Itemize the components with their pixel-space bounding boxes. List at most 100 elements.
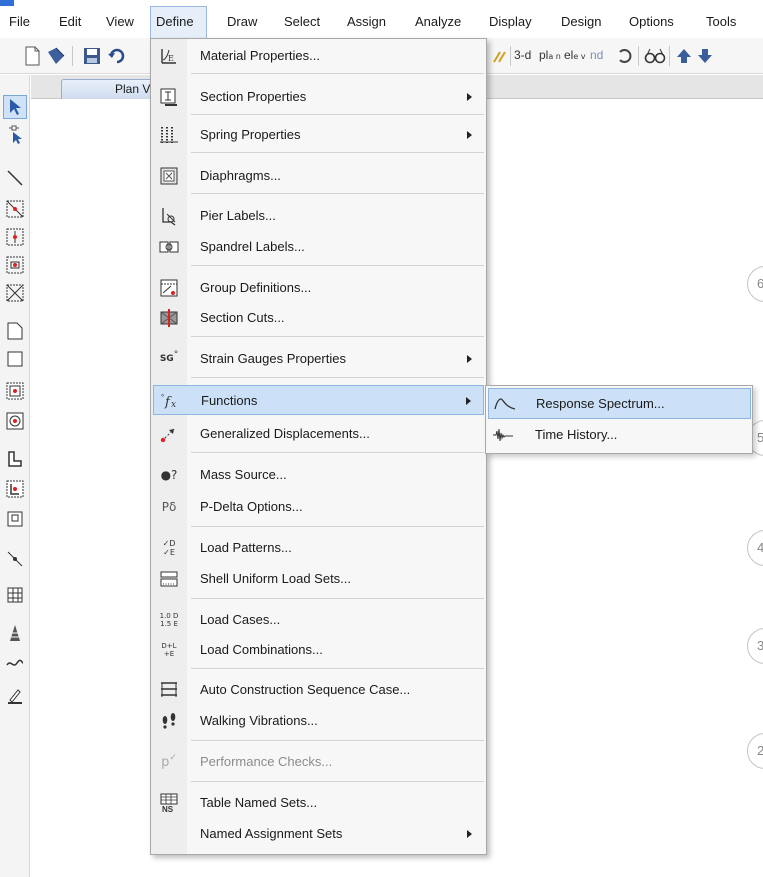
draw-x-brace-icon[interactable] [3,281,27,305]
grid-bubble-label: 3 [757,638,763,653]
draw-grid-icon[interactable] [3,583,27,607]
menu-item-label: Group Definitions... [200,280,312,295]
elevation-view-sub: e v [573,52,586,61]
menu-edit[interactable]: Edit [54,6,86,38]
svg-text:°: ° [161,393,164,402]
menu-options[interactable]: Options [624,6,679,38]
menu-item-named-assignment-sets[interactable]: Named Assignment Sets [153,819,484,849]
draw-pen-icon[interactable] [3,683,27,707]
nd-view-button[interactable]: nd [590,48,603,62]
menu-item-time-history[interactable]: Time History... [488,420,751,451]
menu-tools[interactable]: Tools [701,6,741,38]
draw-column-icon[interactable] [3,225,27,249]
menu-item-generalized-displacements[interactable]: Generalized Displacements... [153,419,484,449]
table-icon: NS [159,793,179,813]
section-icon [159,87,179,107]
view-3d-button[interactable]: 3-d [514,48,531,62]
menu-item-shell-uniform-load-sets[interactable]: Shell Uniform Load Sets... [153,564,484,594]
menu-item-spandrel-labels[interactable]: Spandrel Labels... [153,232,484,262]
menu-item-p-delta-options[interactable]: Pδ P-Delta Options... [153,492,484,522]
menu-item-section-cuts[interactable]: Section Cuts... [153,303,484,333]
reshape-pointer-icon[interactable] [3,123,27,147]
menu-item-load-patterns[interactable]: ✓D ✓E Load Patterns... [153,533,484,563]
draw-beam-icon[interactable] [3,253,27,277]
pier-icon [159,206,179,226]
menu-select[interactable]: Select [279,6,325,38]
table-icon-text: NS [162,805,174,813]
menu-item-label: Section Properties [200,89,307,104]
move-down-icon[interactable] [693,44,717,68]
menu-item-strain-gauges[interactable]: SG ° Strain Gauges Properties [153,344,484,374]
time-history-icon [492,426,516,444]
elevation-view-button[interactable]: ele v [564,48,586,62]
draw-wall-stack-icon[interactable] [3,477,27,501]
menu-item-auto-construction-sequence[interactable]: Auto Construction Sequence Case... [153,675,484,705]
menu-item-response-spectrum[interactable]: Response Spectrum... [488,388,751,419]
menu-item-label: Time History... [535,427,618,442]
load-case-glyph-a: 1.0 D [159,612,179,620]
open-file-icon[interactable] [44,44,68,68]
draw-dimension-icon[interactable] [3,621,27,645]
draw-brace-icon[interactable] [3,197,27,221]
menu-item-label: Shell Uniform Load Sets... [200,571,352,586]
menu-item-label: Spring Properties [200,127,301,142]
menu-file[interactable]: File [4,6,35,38]
submenu-arrow-icon [467,131,472,139]
strain-gauge-icon: SG ° [159,349,179,369]
grid-bubble-label: 4 [757,540,763,555]
menu-analyze[interactable]: Analyze [410,6,466,38]
menu-item-load-combinations[interactable]: D+L +E Load Combinations... [153,635,484,665]
pdelta-icon: Pδ [159,497,179,517]
construction-icon [159,680,179,700]
menu-display[interactable]: Display [484,6,537,38]
diaphragm-icon [159,166,179,186]
menu-item-mass-source[interactable]: ●? Mass Source... [153,460,484,490]
draw-wall-icon[interactable] [3,447,27,471]
rotate-view-icon[interactable] [612,44,636,68]
spring-icon [159,125,179,145]
menu-item-walking-vibrations[interactable]: Walking Vibrations... [153,706,484,736]
footsteps-icon [159,711,179,731]
draw-wall-opening-icon[interactable] [3,507,27,531]
draw-link-icon[interactable] [3,547,27,571]
menu-view[interactable]: View [101,6,139,38]
menu-item-diaphragms[interactable]: Diaphragms... [153,161,484,191]
menu-item-label: Walking Vibrations... [200,713,318,728]
perspective-glasses-icon[interactable] [643,44,667,68]
menu-item-load-cases[interactable]: 1.0 D 1.5 E Load Cases... [153,605,484,635]
menu-item-spring-properties[interactable]: Spring Properties [153,120,484,150]
svg-text:E: E [168,54,174,63]
menu-item-section-properties[interactable]: Section Properties [153,82,484,112]
save-icon[interactable] [80,44,104,68]
menu-item-label: Strain Gauges Properties [200,351,346,366]
plan-view-button[interactable]: pla n [539,48,561,62]
menu-item-group-definitions[interactable]: Group Definitions... [153,273,484,303]
draw-line-icon[interactable] [3,166,27,190]
draw-curve-icon[interactable] [3,651,27,675]
displacement-icon [159,424,179,444]
menu-draw[interactable]: Draw [222,6,262,38]
menu-item-pier-labels[interactable]: Pier Labels... [153,201,484,231]
new-file-icon[interactable] [20,44,44,68]
display-options-icon[interactable] [488,44,512,68]
draw-floor-icon[interactable] [3,319,27,343]
menu-bar: File Edit View Define Draw Select Assign… [0,6,763,38]
draw-rectangle-icon[interactable] [3,347,27,371]
menu-define[interactable]: Define [150,6,207,38]
mass-glyph: ●? [160,468,178,482]
menu-item-table-named-sets[interactable]: NS Table Named Sets... [153,788,484,818]
load-combo-glyph-b: +E [163,650,175,658]
pointer-select-icon[interactable] [3,95,27,119]
menu-item-material-properties[interactable]: E Material Properties... [153,41,484,71]
group-icon [159,278,179,298]
mass-icon: ●? [159,465,179,485]
plan-view-label: pl [539,48,549,62]
draw-opening-icon[interactable] [3,409,27,433]
menu-item-functions[interactable]: ° f x Functions [153,385,484,415]
section-cut-icon [159,308,179,328]
menu-assign[interactable]: Assign [342,6,391,38]
undo-icon[interactable] [104,44,128,68]
draw-area-click-icon[interactable] [3,379,27,403]
menu-design[interactable]: Design [556,6,606,38]
menu-item-label: Load Cases... [200,612,281,627]
